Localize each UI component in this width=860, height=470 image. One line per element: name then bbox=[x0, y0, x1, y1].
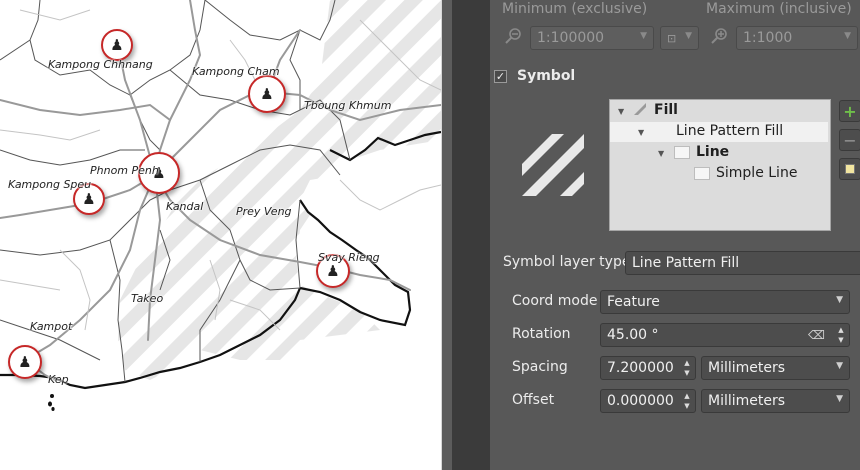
line-symbol-icon bbox=[674, 146, 690, 159]
symbol-layer-type-combo[interactable]: Line Pattern Fill bbox=[625, 251, 860, 275]
tree-label: Simple Line bbox=[716, 165, 798, 181]
collapse-arrow-icon[interactable]: ▼ bbox=[638, 128, 644, 137]
clear-icon[interactable]: ⌫ bbox=[808, 328, 825, 342]
city-marker-kampot[interactable]: ♟ bbox=[8, 345, 42, 379]
zoom-in-icon[interactable] bbox=[710, 27, 728, 45]
spacing-label: Spacing bbox=[512, 359, 568, 375]
city-marker-icon: ♟ bbox=[110, 35, 124, 54]
symbol-preview bbox=[522, 134, 584, 196]
rotation-value: 45.00 ° bbox=[607, 327, 659, 343]
tree-item-simple-line[interactable]: Simple Line bbox=[610, 164, 828, 184]
symbol-layer-type-value: Line Pattern Fill bbox=[632, 255, 740, 271]
place-label: Kampong Chhnang bbox=[48, 58, 153, 71]
coord-mode-combo[interactable]: Feature ▼ bbox=[600, 290, 850, 314]
city-marker-icon: ♟ bbox=[260, 84, 274, 103]
place-label: Kandal bbox=[166, 200, 204, 213]
place-label: Kampong Speu bbox=[8, 178, 92, 191]
place-label: Prey Veng bbox=[236, 205, 292, 218]
collapse-arrow-icon[interactable]: ▼ bbox=[618, 107, 624, 116]
collapse-arrow-icon[interactable]: ▼ bbox=[658, 149, 664, 158]
tree-label: Line Pattern Fill bbox=[676, 123, 784, 139]
offset-value: 0.000000 bbox=[607, 393, 674, 409]
current-scale-button[interactable]: ⊡ ▼ bbox=[660, 26, 699, 50]
chevron-down-icon: ▼ bbox=[836, 295, 843, 305]
rotation-spinbox[interactable]: 45.00 ° ⌫ ▲ ▼ bbox=[600, 323, 850, 347]
tree-item-fill[interactable]: ▼ Fill bbox=[610, 101, 828, 121]
symbol-checkbox[interactable]: ✓ bbox=[494, 70, 507, 83]
tree-label: Fill bbox=[654, 102, 678, 118]
city-marker-icon: ♟ bbox=[82, 189, 96, 208]
place-label: Svay Rieng bbox=[318, 251, 380, 264]
place-label: Kep bbox=[48, 373, 69, 386]
spin-arrows-icon[interactable]: ▲ ▼ bbox=[836, 325, 846, 345]
symbol-layer-tree[interactable]: ▼ Fill ▼ Line Pattern Fill ▼ Line Simple… bbox=[609, 99, 831, 231]
max-scale-label: Maximum (inclusive) bbox=[706, 1, 852, 17]
layer-styling-panel: Minimum (exclusive) Maximum (inclusive) … bbox=[490, 0, 860, 470]
zoom-out-icon[interactable] bbox=[504, 27, 522, 45]
add-layer-icon: + bbox=[843, 101, 857, 121]
symbol-layer-type-label: Symbol layer type bbox=[503, 254, 631, 270]
spin-arrows-icon[interactable]: ▲ ▼ bbox=[682, 358, 692, 378]
offset-unit-value: Millimeters bbox=[708, 393, 786, 409]
tree-item-line-pattern-fill[interactable]: ▼ Line Pattern Fill bbox=[610, 122, 828, 142]
current-scale-icon: ⊡ bbox=[667, 32, 677, 45]
coord-mode-label: Coord mode bbox=[512, 293, 598, 309]
chevron-down-icon: ▼ bbox=[685, 31, 692, 41]
city-marker-icon: ♟ bbox=[18, 352, 32, 371]
spin-arrows-icon[interactable]: ▲ ▼ bbox=[682, 391, 692, 411]
place-label: Phnom Penh bbox=[90, 164, 159, 177]
city-marker-icon: ♟ bbox=[326, 261, 340, 280]
remove-layer-button[interactable]: − bbox=[839, 129, 860, 151]
map-canvas[interactable]: ♟ ♟ ♟ ♟ ♟ ♟ Kampong Chhnang Kampong Cham… bbox=[0, 0, 441, 470]
splitter-handle[interactable] bbox=[441, 0, 452, 470]
spacing-unit-combo[interactable]: Millimeters ▼ bbox=[701, 356, 850, 380]
chevron-down-icon: ▼ bbox=[836, 394, 843, 404]
place-label: Kampot bbox=[30, 320, 73, 333]
chevron-down-icon: ▼ bbox=[640, 31, 647, 41]
panel-gutter bbox=[452, 0, 490, 470]
chevron-down-icon: ▼ bbox=[836, 361, 843, 371]
max-scale-combo[interactable]: 1:1000 ▼ bbox=[736, 26, 858, 50]
symbol-checkbox-label: Symbol bbox=[517, 68, 576, 84]
tree-item-line[interactable]: ▼ Line bbox=[610, 143, 828, 163]
duplicate-layer-icon bbox=[845, 164, 855, 174]
max-scale-value: 1:1000 bbox=[743, 30, 793, 46]
spacing-spinbox[interactable]: 7.200000 ▲ ▼ bbox=[600, 356, 696, 380]
offset-spinbox[interactable]: 0.000000 ▲ ▼ bbox=[600, 389, 696, 413]
coord-mode-value: Feature bbox=[607, 294, 660, 310]
min-scale-value: 1:100000 bbox=[537, 30, 605, 46]
duplicate-layer-button[interactable] bbox=[839, 158, 860, 180]
city-marker-kampong-chhnang[interactable]: ♟ bbox=[101, 29, 133, 61]
place-label: Takeo bbox=[131, 292, 164, 305]
offset-label: Offset bbox=[512, 392, 555, 408]
add-layer-button[interactable]: + bbox=[839, 100, 860, 122]
city-marker-kampong-cham[interactable]: ♟ bbox=[248, 75, 286, 113]
tree-label: Line bbox=[696, 144, 730, 160]
fill-symbol-icon bbox=[634, 103, 646, 115]
min-scale-label: Minimum (exclusive) bbox=[502, 1, 648, 17]
min-scale-combo[interactable]: 1:100000 ▼ bbox=[530, 26, 654, 50]
chevron-down-icon: ▼ bbox=[844, 31, 851, 41]
offset-unit-combo[interactable]: Millimeters ▼ bbox=[701, 389, 850, 413]
remove-layer-icon: − bbox=[843, 130, 857, 150]
rotation-label: Rotation bbox=[512, 326, 571, 342]
place-label: Kampong Cham bbox=[192, 65, 280, 78]
spacing-unit-value: Millimeters bbox=[708, 360, 786, 376]
spacing-value: 7.200000 bbox=[607, 360, 674, 376]
place-label: Tboung Khmum bbox=[304, 99, 392, 112]
simple-line-icon bbox=[694, 167, 710, 180]
